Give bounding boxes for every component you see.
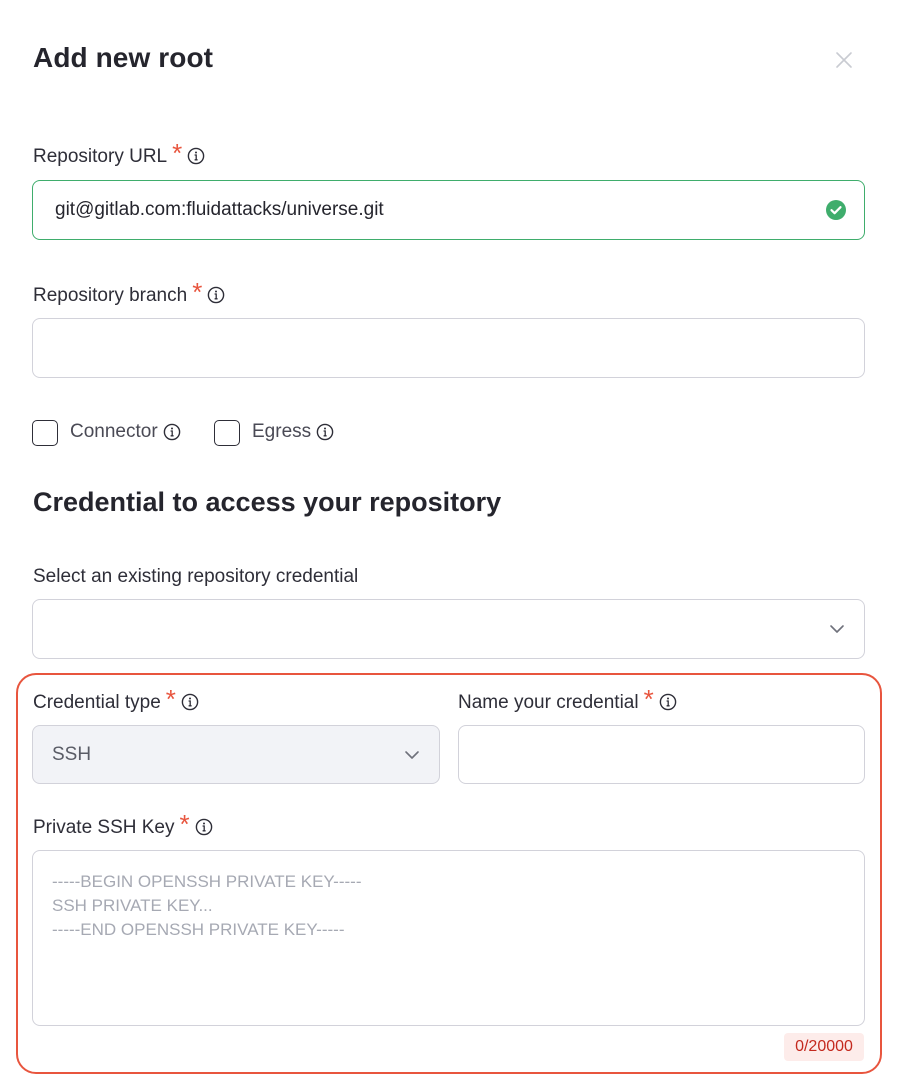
repo-branch-label: Repository branch [33, 285, 188, 306]
add-root-modal: Add new root Repository URL * git@gitlab… [0, 0, 898, 1092]
ssh-key-placeholder: -----BEGIN OPENSSH PRIVATE KEY----- SSH … [52, 872, 362, 939]
egress-checkbox[interactable] [214, 420, 240, 446]
required-mark: * [179, 809, 190, 839]
info-icon[interactable] [659, 693, 677, 711]
repo-branch-input[interactable] [32, 318, 865, 378]
existing-credential-select[interactable] [32, 599, 865, 659]
credential-type-label-row: Credential type * [33, 684, 199, 714]
character-counter: 0/20000 [784, 1033, 864, 1061]
credential-name-label-row: Name your credential * [458, 684, 677, 714]
connector-checkbox[interactable] [32, 420, 58, 446]
egress-label-row: Egress [252, 421, 334, 443]
chevron-down-icon [830, 625, 844, 633]
repo-branch-label-row: Repository branch * [33, 277, 225, 307]
repo-url-label-row: Repository URL * [33, 138, 205, 168]
ssh-key-textarea[interactable]: -----BEGIN OPENSSH PRIVATE KEY----- SSH … [32, 850, 865, 1026]
repo-url-input[interactable]: git@gitlab.com:fluidattacks/universe.git [32, 180, 865, 240]
check-circle-icon [826, 200, 846, 220]
repo-url-value: git@gitlab.com:fluidattacks/universe.git [55, 199, 384, 220]
required-mark: * [165, 684, 176, 714]
existing-credential-label: Select an existing repository credential [33, 566, 359, 587]
info-icon[interactable] [163, 423, 181, 441]
ssh-key-label: Private SSH Key [33, 817, 175, 838]
info-icon[interactable] [181, 693, 199, 711]
info-icon[interactable] [187, 147, 205, 165]
close-icon[interactable] [834, 50, 854, 70]
credential-type-label: Credential type [33, 692, 161, 713]
required-mark: * [192, 277, 203, 307]
ssh-key-label-row: Private SSH Key * [33, 809, 213, 839]
credential-section-title: Credential to access your repository [33, 487, 502, 517]
repo-url-label: Repository URL [33, 146, 168, 167]
modal-title: Add new root [33, 42, 214, 73]
required-mark: * [172, 138, 183, 168]
credential-type-select[interactable]: SSH [32, 725, 440, 784]
credential-type-value: SSH [52, 743, 92, 765]
credential-name-label: Name your credential [458, 692, 639, 713]
connector-label: Connector [70, 421, 158, 442]
info-icon[interactable] [207, 286, 225, 304]
info-icon[interactable] [195, 818, 213, 836]
connector-label-row: Connector [70, 421, 181, 443]
info-icon[interactable] [316, 423, 334, 441]
chevron-down-icon [405, 750, 419, 759]
credential-name-input[interactable] [458, 725, 865, 784]
egress-label: Egress [252, 421, 312, 442]
existing-credential-label-row: Select an existing repository credential [33, 566, 358, 588]
required-mark: * [643, 684, 654, 714]
